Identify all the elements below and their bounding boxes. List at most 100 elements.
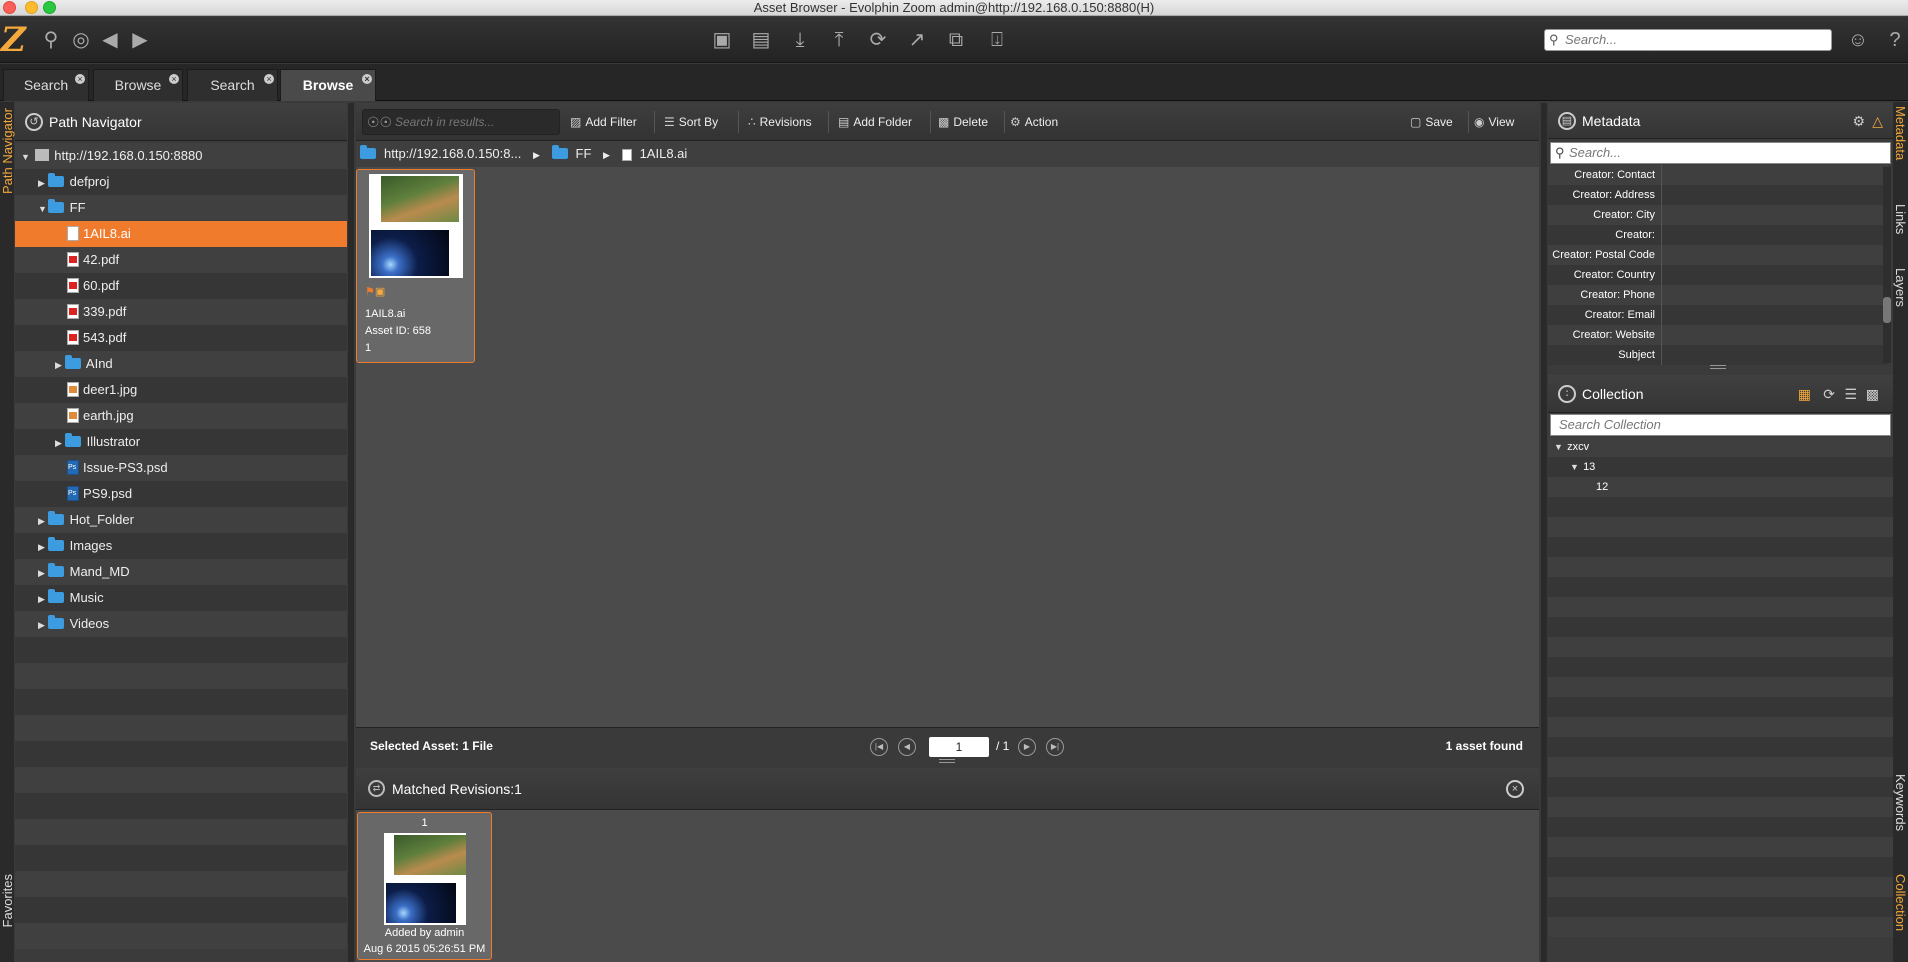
back-arrow-icon[interactable]: ◀ bbox=[96, 26, 124, 54]
scrollbar-thumb[interactable] bbox=[1883, 297, 1891, 323]
tree-item[interactable]: ▶ Images bbox=[15, 533, 347, 559]
unlock-icon[interactable]: ▤ bbox=[747, 26, 775, 54]
breadcrumb-item[interactable]: http://192.168.0.150:8... bbox=[384, 146, 521, 161]
trash-icon[interactable]: ▩ bbox=[1866, 375, 1879, 413]
revision-card[interactable]: 1 Added by admin Aug 6 2015 05:26:51 PM bbox=[357, 812, 492, 960]
side-tab-path-navigator[interactable]: Path Navigator bbox=[0, 108, 15, 194]
flask-icon[interactable]: △ bbox=[1872, 103, 1883, 139]
search-icon[interactable]: ⚲ bbox=[37, 26, 65, 54]
close-tab-icon[interactable]: × bbox=[264, 74, 274, 84]
tree-item[interactable]: 339.pdf bbox=[15, 299, 347, 325]
close-icon[interactable]: × bbox=[1506, 780, 1524, 798]
tab-search-2[interactable]: Search × bbox=[187, 69, 278, 101]
collapsed-arrow-icon[interactable]: ▶ bbox=[55, 430, 65, 456]
resize-handle[interactable] bbox=[939, 759, 955, 763]
tree-item[interactable]: ▼ FF bbox=[15, 195, 347, 221]
expanded-arrow-icon[interactable]: ▼ bbox=[1554, 437, 1564, 457]
collapsed-arrow-icon[interactable]: ▶ bbox=[38, 586, 48, 612]
copy-icon[interactable]: ⧉ bbox=[942, 26, 970, 54]
refresh-icon[interactable]: ⟳ bbox=[1823, 375, 1835, 413]
collapsed-arrow-icon[interactable]: ▶ bbox=[38, 508, 48, 534]
collapsed-arrow-icon[interactable]: ▶ bbox=[38, 534, 48, 560]
side-tab-keywords[interactable]: Keywords bbox=[1893, 774, 1908, 831]
right-splitter[interactable] bbox=[1541, 103, 1547, 962]
next-page-button[interactable]: ▶ bbox=[1018, 738, 1036, 756]
help-icon[interactable]: ? bbox=[1881, 26, 1908, 54]
tab-search-1[interactable]: Search × bbox=[3, 69, 89, 101]
user-icon[interactable]: ☺ bbox=[1844, 26, 1872, 54]
metadata-search-input[interactable]: ⚲ Search... bbox=[1550, 142, 1891, 164]
add-folder-button[interactable]: ▤ Add Folder bbox=[838, 103, 912, 141]
side-tab-favorites[interactable]: Favorites bbox=[0, 874, 15, 927]
close-tab-icon[interactable]: × bbox=[169, 74, 179, 84]
tree-root[interactable]: ▼ http://192.168.0.150:8880 bbox=[15, 143, 347, 169]
side-tab-collection[interactable]: Collection bbox=[1893, 874, 1908, 931]
tree-item[interactable]: ▶ Mand_MD bbox=[15, 559, 347, 585]
expanded-arrow-icon[interactable]: ▼ bbox=[1570, 457, 1580, 477]
delete-button[interactable]: ▩ Delete bbox=[938, 103, 988, 141]
breadcrumb-item[interactable]: FF bbox=[576, 146, 592, 161]
tree-item[interactable]: ▶ Videos bbox=[15, 611, 347, 637]
add-collection-icon[interactable]: ▦ bbox=[1798, 375, 1811, 413]
first-page-button[interactable]: |◀ bbox=[870, 738, 888, 756]
minimize-window-button[interactable] bbox=[25, 1, 38, 14]
collection-item[interactable]: 12 bbox=[1548, 477, 1893, 497]
sort-by-button[interactable]: ☰ Sort By bbox=[664, 103, 718, 141]
share-icon[interactable]: ↗ bbox=[903, 26, 931, 54]
tree-item[interactable]: ▶ defproj bbox=[15, 169, 347, 195]
collection-search-input[interactable]: Search Collection bbox=[1550, 414, 1891, 436]
close-tab-icon[interactable]: × bbox=[75, 74, 85, 84]
previous-page-button[interactable]: ◀ bbox=[898, 738, 916, 756]
tree-item[interactable]: 543.pdf bbox=[15, 325, 347, 351]
collection-item[interactable]: ▼ zxcv bbox=[1548, 437, 1893, 457]
collapsed-arrow-icon[interactable]: ▶ bbox=[38, 170, 48, 196]
metadata-field[interactable]: Creator: Phone bbox=[1548, 285, 1888, 305]
search-in-results-input[interactable]: ☉☉ Search in results... bbox=[362, 109, 560, 135]
tree-item[interactable]: earth.jpg bbox=[15, 403, 347, 429]
download-icon[interactable]: ⤓ bbox=[786, 26, 814, 54]
tree-item[interactable]: ▶ Hot_Folder bbox=[15, 507, 347, 533]
asset-card[interactable]: ⚑▣ 1AIL8.ai Asset ID: 658 1 bbox=[356, 169, 475, 363]
tree-item[interactable]: 60.pdf bbox=[15, 273, 347, 299]
close-tab-icon[interactable]: × bbox=[362, 74, 372, 84]
side-tab-links[interactable]: Links bbox=[1893, 204, 1908, 234]
metadata-scrollbar[interactable] bbox=[1883, 167, 1891, 363]
view-button[interactable]: ◉ View bbox=[1474, 103, 1514, 141]
tree-item[interactable]: 42.pdf bbox=[15, 247, 347, 273]
tree-item[interactable]: ▶ Music bbox=[15, 585, 347, 611]
metadata-field[interactable]: Creator: Address bbox=[1548, 185, 1888, 205]
metadata-field[interactable]: Creator: City bbox=[1548, 205, 1888, 225]
tree-item[interactable]: 1AIL8.ai bbox=[15, 221, 347, 247]
tree-item[interactable]: ▶ Illustrator bbox=[15, 429, 347, 455]
tab-browse-2[interactable]: Browse × bbox=[280, 69, 376, 101]
close-window-button[interactable] bbox=[3, 1, 16, 14]
last-page-button[interactable]: ▶| bbox=[1046, 738, 1064, 756]
side-tab-layers[interactable]: Layers bbox=[1893, 268, 1908, 307]
save-button[interactable]: ▢ Save bbox=[1410, 103, 1453, 141]
fields-config-icon[interactable]: ⚙ bbox=[1852, 103, 1865, 139]
tree-item[interactable]: PS9.psd bbox=[15, 481, 347, 507]
lock-icon[interactable]: ▣ bbox=[708, 26, 736, 54]
metadata-field[interactable]: Creator: bbox=[1548, 225, 1888, 245]
metadata-field[interactable]: Creator: Contact bbox=[1548, 165, 1888, 185]
breadcrumb-item[interactable]: 1AIL8.ai bbox=[640, 146, 688, 161]
list-icon[interactable]: ☰ bbox=[1844, 375, 1857, 413]
collapsed-arrow-icon[interactable]: ▶ bbox=[38, 560, 48, 586]
left-splitter[interactable] bbox=[348, 103, 354, 962]
cart-icon[interactable]: ⍗ bbox=[983, 26, 1011, 54]
metadata-field[interactable]: Creator: Website bbox=[1548, 325, 1888, 345]
tree-item[interactable]: Issue-PS3.psd bbox=[15, 455, 347, 481]
upload-icon[interactable]: ⤒ bbox=[825, 26, 853, 54]
global-search-input[interactable]: ⚲ Search... bbox=[1544, 29, 1832, 51]
tab-browse-1[interactable]: Browse × bbox=[93, 69, 183, 101]
zoom-logo[interactable]: Z bbox=[1, 23, 27, 57]
metadata-field[interactable]: Subject bbox=[1548, 345, 1888, 365]
add-filter-button[interactable]: ▨ Add Filter bbox=[570, 103, 637, 141]
expanded-arrow-icon[interactable]: ▼ bbox=[21, 144, 31, 170]
collapsed-arrow-icon[interactable]: ▶ bbox=[55, 352, 65, 378]
metadata-field[interactable]: Creator: Country bbox=[1548, 265, 1888, 285]
action-button[interactable]: ⚙ Action bbox=[1010, 103, 1058, 141]
resize-handle[interactable] bbox=[1710, 365, 1726, 369]
side-tab-metadata[interactable]: Metadata bbox=[1893, 106, 1908, 160]
page-number-input[interactable]: 1 bbox=[929, 737, 989, 757]
